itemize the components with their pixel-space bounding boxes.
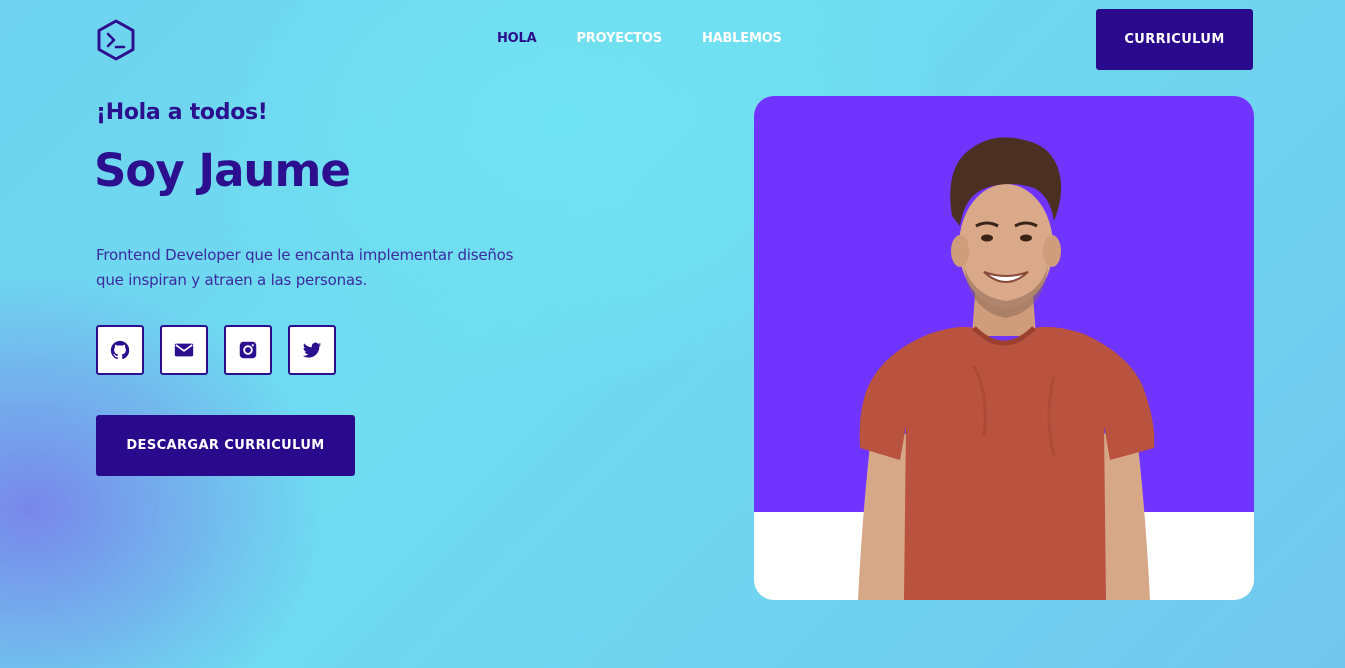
profile-photo xyxy=(754,96,1254,600)
main-nav: HOLA PROYECTOS HABLEMOS xyxy=(497,31,782,46)
nav-link-hablemos[interactable]: HABLEMOS xyxy=(702,31,782,46)
person-illustration xyxy=(858,137,1155,600)
greeting: ¡Hola a todos! xyxy=(96,100,268,125)
social-links xyxy=(96,325,336,375)
twitter-button[interactable] xyxy=(288,325,336,375)
instagram-button[interactable] xyxy=(224,325,272,375)
github-icon xyxy=(110,340,130,360)
instagram-icon xyxy=(239,341,257,359)
nav-link-proyectos[interactable]: PROYECTOS xyxy=(576,31,662,46)
twitter-icon xyxy=(302,342,322,358)
logo-icon[interactable] xyxy=(96,19,136,61)
page-title: Soy Jaume xyxy=(94,144,351,197)
curriculum-button[interactable]: CURRICULUM xyxy=(1096,9,1253,70)
github-button[interactable] xyxy=(96,325,144,375)
download-curriculum-button[interactable]: DESCARGAR CURRICULUM xyxy=(96,415,355,476)
nav-link-hola[interactable]: HOLA xyxy=(497,31,537,46)
mail-icon xyxy=(174,343,194,357)
mail-button[interactable] xyxy=(160,325,208,375)
hero-description: Frontend Developer que le encanta implem… xyxy=(96,246,514,289)
